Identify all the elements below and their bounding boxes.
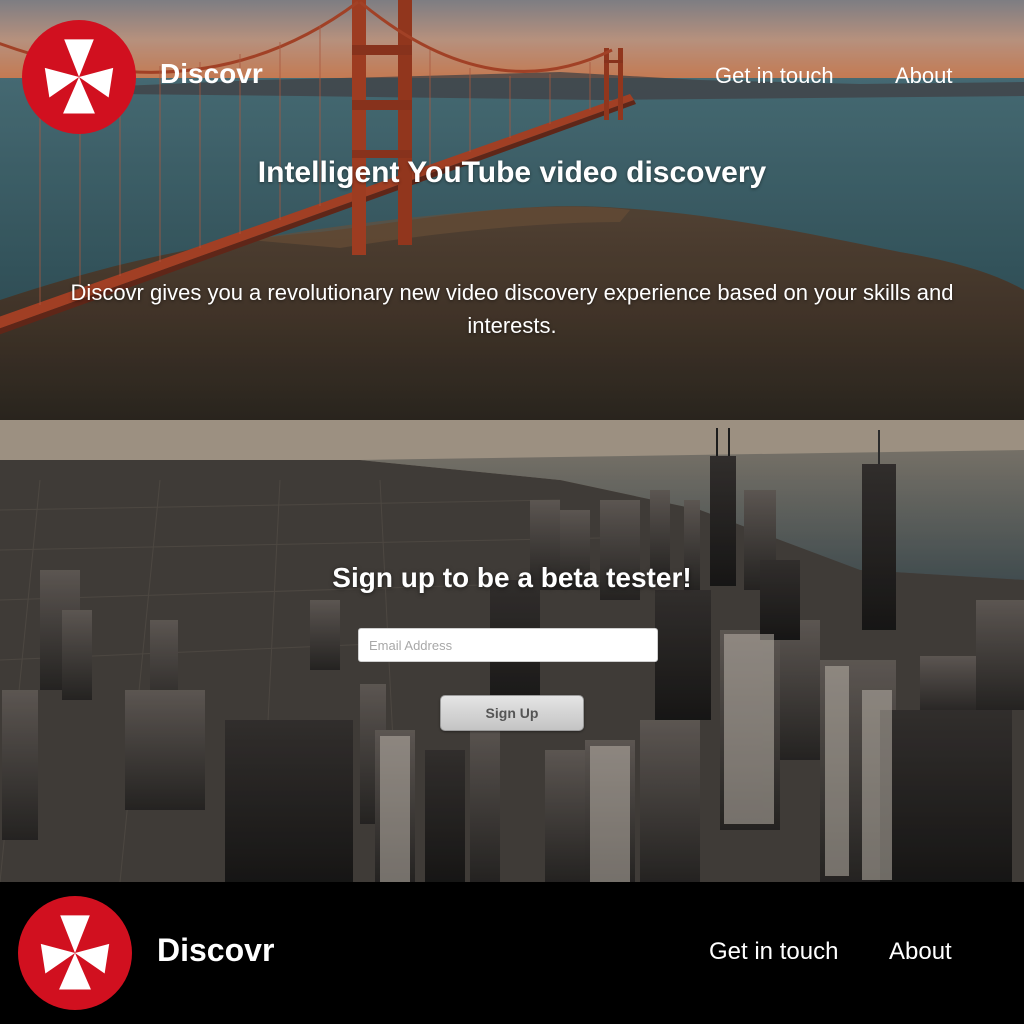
hero-description: Discovr gives you a revolutionary new vi… <box>70 280 954 338</box>
footer: Discovr Get in touch About <box>0 882 1024 1024</box>
email-field[interactable] <box>358 628 658 662</box>
signup-title: Sign up to be a beta tester! <box>332 562 692 593</box>
header-brand-name[interactable]: Discovr <box>160 58 263 90</box>
header-logo[interactable] <box>22 20 136 134</box>
pinwheel-logo-icon <box>44 39 114 114</box>
footer-brand-name[interactable]: Discovr <box>157 932 274 969</box>
hero-background-image <box>0 0 1024 420</box>
hero-title: Intelligent YouTube video discovery <box>257 156 767 189</box>
footer-nav-about[interactable]: About <box>889 938 952 966</box>
header-nav-about[interactable]: About <box>895 63 953 89</box>
header-nav-get-in-touch[interactable]: Get in touch <box>715 63 834 89</box>
hero-section: Discovr Get in touch About Intelligent Y… <box>0 0 1024 420</box>
pinwheel-logo-icon <box>40 915 110 990</box>
footer-logo[interactable] <box>18 896 132 1010</box>
signup-button[interactable]: Sign Up <box>440 695 584 731</box>
footer-nav-get-in-touch[interactable]: Get in touch <box>709 938 838 966</box>
